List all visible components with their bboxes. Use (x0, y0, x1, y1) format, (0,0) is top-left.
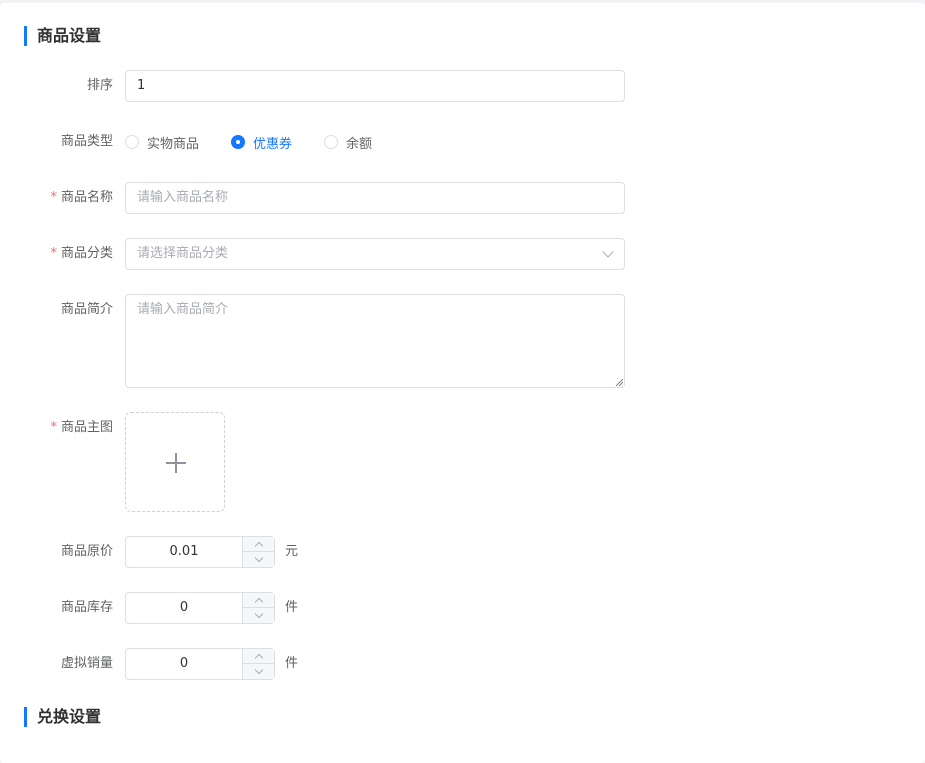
decrease-button[interactable] (243, 608, 275, 623)
chevron-down-icon (254, 553, 264, 563)
stock-unit: 件 (285, 600, 299, 615)
type-label: 商品类型 (60, 134, 113, 149)
price-label: 商品原价 (60, 544, 113, 559)
sales-label: 虚拟销量 (60, 656, 113, 671)
radio-label: 余额 (346, 136, 373, 152)
intro-placeholder: 请输入商品简介 (137, 302, 229, 317)
type-radio-group: 实物商品 优惠券 余额 (125, 126, 404, 158)
category-label: * 商品分类 (0, 238, 113, 270)
image-label-text: 商品主图 (60, 420, 113, 435)
decrease-button[interactable] (243, 664, 275, 679)
sales-unit: 件 (285, 656, 299, 671)
stock-value[interactable]: 0 (126, 593, 242, 623)
resize-handle-icon[interactable] (615, 378, 623, 386)
intro-textarea[interactable]: 请输入商品简介 (125, 294, 625, 388)
sales-value[interactable]: 0 (126, 649, 242, 679)
chevron-up-icon (254, 653, 264, 662)
radio-circle-checked[interactable] (231, 135, 246, 149)
radio-balance[interactable]: 余额 (324, 133, 372, 152)
category-label-text: 商品分类 (60, 246, 113, 261)
stock-label: 商品库存 (60, 600, 113, 615)
category-select[interactable]: 请选择商品分类 (125, 238, 625, 270)
image-upload-button[interactable] (125, 412, 225, 512)
image-label: * 商品主图 (0, 412, 113, 444)
category-placeholder: 请选择商品分类 (137, 246, 229, 261)
sort-label: 排序 (86, 78, 113, 93)
name-input[interactable]: 请输入商品名称 (125, 182, 625, 214)
radio-label: 优惠券 (253, 136, 293, 152)
price-unit: 元 (285, 544, 299, 559)
radio-coupon[interactable]: 优惠券 (231, 133, 292, 152)
radio-circle[interactable] (324, 135, 339, 149)
chevron-down-icon (254, 609, 264, 619)
stepper-controls (242, 537, 275, 567)
chevron-down-icon[interactable] (602, 246, 614, 258)
price-stepper[interactable]: 0.01 (125, 536, 275, 568)
sort-input[interactable]: 1 (125, 70, 625, 102)
stepper-controls (242, 649, 275, 679)
intro-label: 商品简介 (60, 302, 113, 317)
required-mark: * (50, 420, 57, 435)
radio-circle[interactable] (125, 135, 139, 149)
form-card: 商品设置 排序 1 商品类型 实物商品 优惠券 余额 * 商品名称 请输入商品名称 (0, 3, 925, 763)
radio-label: 实物商品 (147, 136, 200, 152)
name-label-text: 商品名称 (60, 190, 113, 205)
increase-button[interactable] (243, 593, 275, 608)
chevron-up-icon (254, 597, 264, 606)
required-mark: * (50, 190, 57, 205)
required-mark: * (50, 246, 57, 261)
stock-stepper[interactable]: 0 (125, 592, 275, 624)
chevron-down-icon (254, 665, 264, 675)
stepper-controls (242, 593, 275, 623)
decrease-button[interactable] (243, 552, 275, 567)
section-title-goods: 商品设置 (24, 26, 101, 46)
increase-button[interactable] (243, 649, 275, 664)
section-title-exchange: 兑换设置 (24, 707, 101, 727)
radio-physical[interactable]: 实物商品 (125, 133, 199, 152)
name-label: * 商品名称 (0, 182, 113, 214)
increase-button[interactable] (243, 537, 275, 552)
price-value[interactable]: 0.01 (126, 537, 242, 567)
chevron-up-icon (254, 541, 264, 550)
sales-stepper[interactable]: 0 (125, 648, 275, 680)
